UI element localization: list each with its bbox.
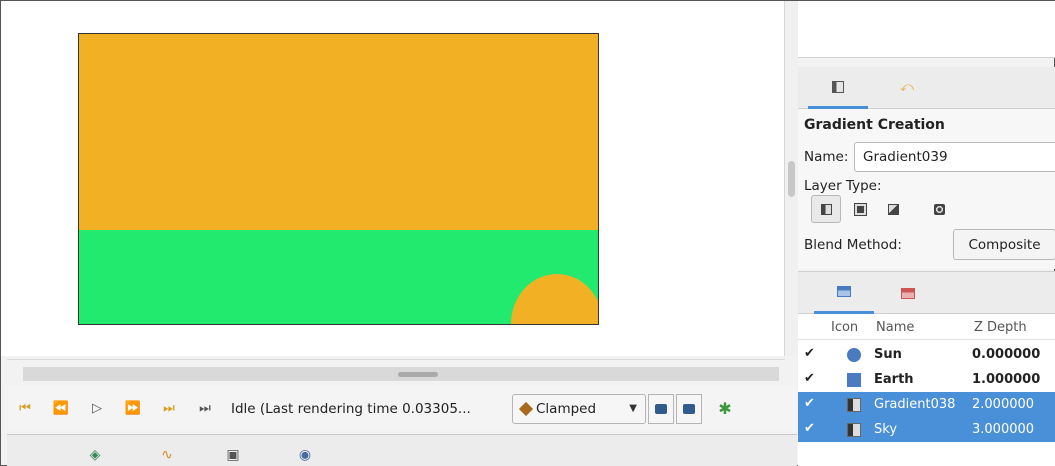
layer-zdepth: 2.000000: [972, 397, 1035, 412]
sky-layer: [79, 34, 598, 230]
keyframe-lock-future-button[interactable]: [676, 393, 702, 424]
layer-visibility-checkbox[interactable]: ✔: [804, 372, 818, 386]
params-panel-tabs: ⤺: [798, 67, 1055, 109]
layer-name: Earth: [874, 372, 914, 387]
keyframe-lock-past-button[interactable]: [648, 393, 674, 424]
render-status-text: Idle (Last rendering time 0.03305...: [231, 400, 471, 417]
column-header-zdepth[interactable]: Z Depth: [974, 320, 1027, 335]
seek-begin-icon: ⏮: [19, 401, 31, 416]
tool-options-panel: Gradient Creation Name: Gradient039 Laye…: [798, 109, 1055, 269]
play-icon: ▷: [92, 401, 102, 416]
animation-mode-button[interactable]: ✱: [712, 394, 738, 424]
name-label: Name:: [804, 149, 849, 165]
column-header-icon[interactable]: Icon: [831, 320, 858, 335]
synfig-window: ⏮ ⏪ ▷ ⏩ ⏭ ⏭ Idle (Last rendering time 0.…: [0, 0, 1055, 466]
bottom-tool-strip: ◈ ∿ ▣ ◉: [7, 434, 797, 466]
seek-begin-button[interactable]: ⏮: [7, 394, 43, 424]
curve-icon[interactable]: ∿: [159, 447, 175, 463]
gradient-layer-icon: [847, 398, 861, 412]
layers-icon: [837, 286, 851, 297]
prev-keyframe-button[interactable]: ⏪: [43, 394, 79, 424]
timebar: ⏮ ⏪ ▷ ⏩ ⏭ ⏭ Idle (Last rendering time 0.…: [7, 386, 797, 431]
spiral-gradient-icon: [933, 203, 945, 215]
layers-header: Icon Name Z Depth: [798, 314, 1055, 340]
sets-icon: [901, 287, 915, 299]
right-panel-top: [798, 1, 1055, 58]
name-input[interactable]: Gradient039: [854, 142, 1055, 172]
seek-end-keyframe-button[interactable]: ⏭: [151, 394, 187, 424]
layer-row[interactable]: ✔ Gradient038 2.000000: [798, 392, 1055, 417]
scrollbar-track[interactable]: [23, 367, 779, 381]
gradient-layer-icon: [847, 423, 861, 437]
conical-gradient-icon: [887, 203, 899, 215]
scrollbar-thumb[interactable]: [398, 372, 438, 377]
keyframe-lock-icon: [683, 403, 695, 414]
panel-title: Gradient Creation: [804, 117, 945, 133]
layer-zdepth: 3.000000: [972, 422, 1035, 437]
frame-icon[interactable]: ▣: [225, 447, 241, 463]
layer-type-label: Layer Type:: [804, 178, 882, 194]
radial-gradient-icon: [853, 202, 867, 216]
tab-sets[interactable]: [878, 272, 938, 314]
clamped-diamond-icon: [518, 401, 534, 416]
layer-zdepth: 0.000000: [972, 347, 1041, 362]
linear-gradient-icon: [820, 203, 832, 215]
layer-type-gradient-button[interactable]: [811, 195, 841, 223]
seek-end-button[interactable]: ⏭: [187, 394, 223, 424]
rectangle-layer-icon: [847, 373, 861, 387]
layer-type-conical-button[interactable]: [878, 195, 908, 223]
interpolation-dropdown[interactable]: Clamped ▼: [512, 393, 646, 424]
layer-row[interactable]: ✔ Sun 0.000000: [798, 342, 1055, 367]
layer-row[interactable]: ✔ Sky 3.000000: [798, 417, 1055, 442]
seek-end-icon: ⏭: [199, 401, 211, 416]
library-icon: ⤺: [900, 80, 914, 95]
layers-panel-tabs: [798, 271, 1055, 314]
scrollbar-thumb[interactable]: [788, 161, 795, 197]
layer-type-radial-button[interactable]: [845, 195, 875, 223]
layer-name: Sun: [874, 347, 902, 362]
keyframe-lock-icon: [655, 403, 667, 414]
fast-forward-icon: ⏩: [124, 401, 142, 416]
canvas-scene[interactable]: [78, 33, 599, 325]
tool-icon[interactable]: ◈: [87, 447, 103, 463]
interpolation-value: Clamped: [536, 400, 597, 417]
layer-type-spiral-button[interactable]: [924, 195, 954, 223]
circle-layer-icon: [847, 348, 861, 362]
canvas-horizontal-scrollbar[interactable]: [7, 359, 785, 383]
layer-visibility-checkbox[interactable]: ✔: [804, 397, 818, 411]
blend-method-label: Blend Method:: [804, 237, 902, 253]
canvas-vertical-scrollbar[interactable]: [784, 1, 798, 356]
tab-layers[interactable]: [814, 272, 874, 314]
layer-name: Gradient038: [874, 397, 956, 412]
rewind-icon: ⏪: [52, 401, 70, 416]
column-header-name[interactable]: Name: [876, 320, 914, 335]
layer-visibility-checkbox[interactable]: ✔: [804, 422, 818, 436]
animation-mode-icon: ✱: [718, 399, 732, 418]
layer-row[interactable]: ✔ Earth 1.000000: [798, 367, 1055, 392]
layers-panel: Icon Name Z Depth ✔ Sun 0.000000 ✔ Earth…: [798, 314, 1055, 466]
layer-name: Sky: [874, 422, 898, 437]
play-button[interactable]: ▷: [79, 394, 115, 424]
params-icon: [832, 80, 844, 93]
tab-params[interactable]: [808, 67, 868, 109]
chevron-down-icon: ▼: [629, 403, 637, 414]
seek-end-keyframe-icon: ⏭: [163, 401, 175, 416]
layer-zdepth: 1.000000: [972, 372, 1041, 387]
canvas-area[interactable]: [1, 1, 786, 356]
blend-method-dropdown[interactable]: Composite: [953, 229, 1055, 260]
layer-visibility-checkbox[interactable]: ✔: [804, 347, 818, 361]
tab-library[interactable]: ⤺: [876, 67, 936, 109]
navigator-icon[interactable]: ◉: [297, 447, 313, 463]
next-keyframe-button[interactable]: ⏩: [115, 394, 151, 424]
